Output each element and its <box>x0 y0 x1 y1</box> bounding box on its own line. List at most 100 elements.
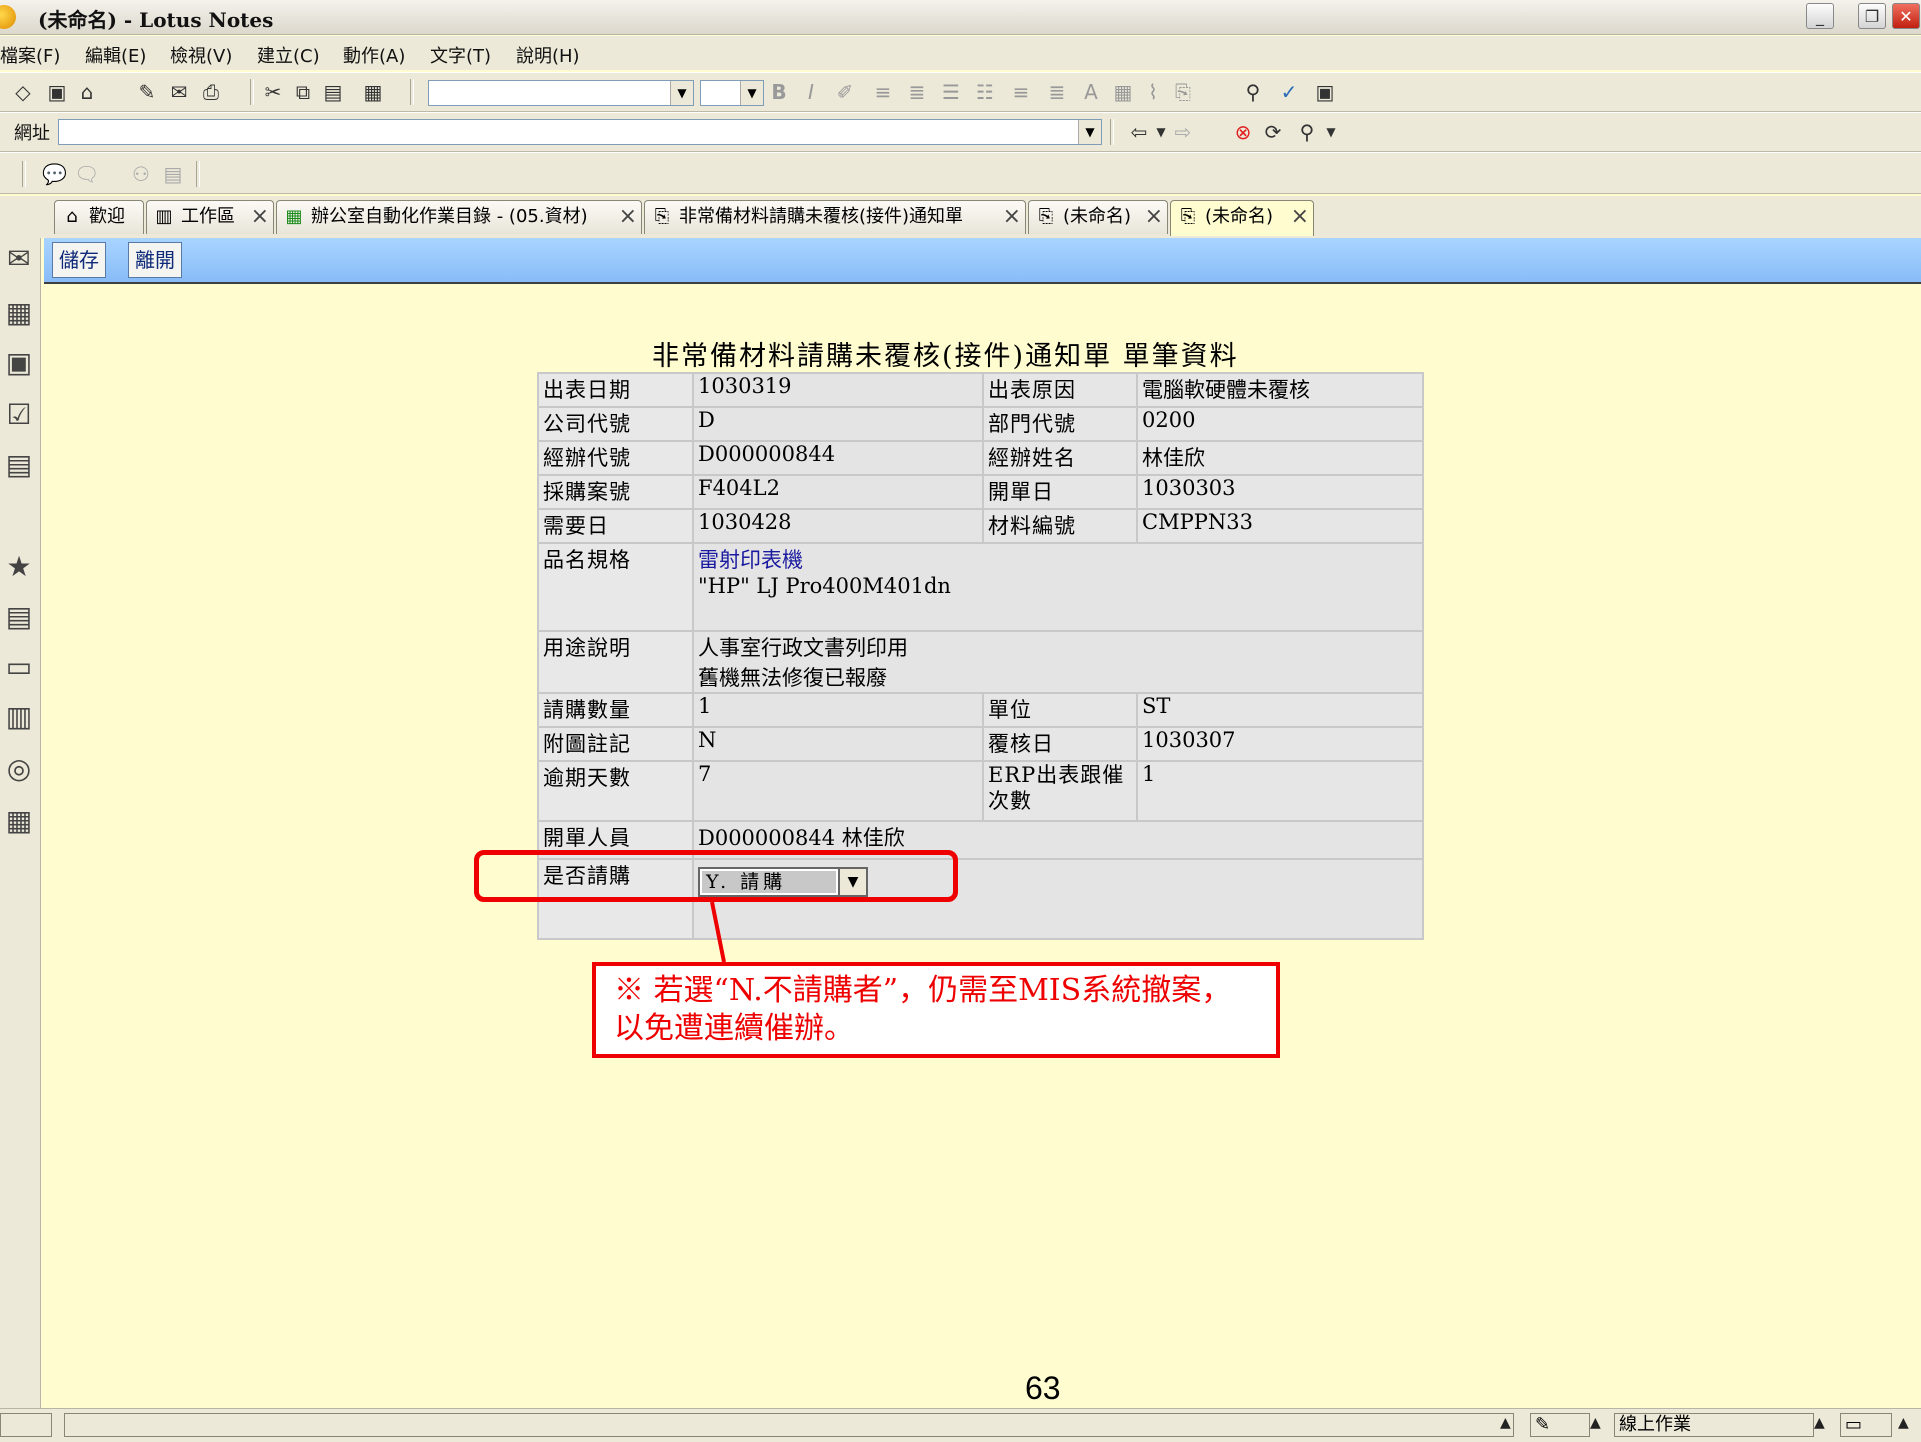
edit-icon[interactable]: ✎ <box>136 81 158 103</box>
close-tab-icon[interactable]: × <box>1145 201 1163 233</box>
forward-mail-icon[interactable]: ✉ <box>168 81 190 103</box>
picture-icon[interactable]: ▣ <box>1314 81 1336 103</box>
need-date-value: 1030428 <box>692 508 984 544</box>
purchase-no-value: F404L2 <box>692 474 984 510</box>
grid-icon[interactable]: ▦ <box>2 804 36 838</box>
refresh-icon[interactable]: ⟳ <box>1262 121 1284 143</box>
calendar-icon[interactable]: ▦ <box>2 296 36 330</box>
workspace-icon: ▥ <box>155 206 173 227</box>
inbox-icon[interactable]: ▭ <box>1840 1413 1892 1437</box>
toolbar-separator <box>250 79 254 105</box>
bold-icon[interactable]: B <box>768 81 790 103</box>
close-tab-icon[interactable]: × <box>1003 201 1021 233</box>
font-color-icon[interactable]: A <box>1080 81 1102 103</box>
tab-untitled-2[interactable]: ⎘ (未命名) × <box>1170 200 1314 236</box>
field-label: 覆核日 <box>982 726 1138 762</box>
restore-button[interactable]: ❐ <box>1858 3 1886 29</box>
stop-icon[interactable]: ⊗ <box>1232 121 1254 143</box>
table-icon[interactable]: ▦ <box>1112 81 1134 103</box>
internet-icon[interactable]: ◎ <box>2 752 36 786</box>
attach-icon[interactable]: ⌇ <box>1142 81 1164 103</box>
qty-value: 1 <box>692 692 984 728</box>
mail-icon[interactable]: ✉ <box>2 242 36 276</box>
indent-icon[interactable]: ≣ <box>1046 81 1068 103</box>
align-center-icon[interactable]: ≣ <box>906 81 928 103</box>
list-icon[interactable]: ▤ <box>162 163 184 185</box>
status-arrow-icon[interactable]: ▲ <box>1814 1415 1825 1431</box>
address-input[interactable]: ▼ <box>58 119 1102 145</box>
highlight-icon[interactable]: ✐ <box>834 81 856 103</box>
status-arrow-icon[interactable]: ▲ <box>1898 1415 1909 1431</box>
history-icon[interactable]: ▥ <box>2 700 36 734</box>
address-book-icon[interactable]: ▣ <box>2 346 36 380</box>
tab-notice-form[interactable]: ⎘ 非常備材料請購未覆核(接件)通知單 × <box>644 200 1026 234</box>
tab-welcome[interactable]: ⌂ 歡迎 <box>54 200 144 234</box>
open-folder-icon[interactable]: ⌂ <box>76 81 98 103</box>
close-window-button[interactable]: ✕ <box>1892 3 1920 29</box>
folder-icon[interactable]: ▭ <box>2 650 36 684</box>
tab-office-automation[interactable]: ▦ 辦公室自動化作業目錄 - (05.資材) × <box>276 200 642 234</box>
search-icon[interactable]: ⚲ <box>1296 121 1318 143</box>
menu-actions[interactable]: 動作(A) <box>343 42 405 68</box>
databases-icon[interactable]: ▤ <box>2 600 36 634</box>
toolbar-separator <box>1110 119 1114 145</box>
forward-icon[interactable]: ⇨ <box>1172 121 1194 143</box>
back-dropdown-icon[interactable]: ▼ <box>1150 121 1172 143</box>
menu-create[interactable]: 建立(C) <box>257 42 320 68</box>
print-icon[interactable]: ⎙ <box>200 81 222 103</box>
exit-button[interactable]: 離開 <box>128 242 182 278</box>
replica-icon[interactable]: ▤ <box>2 448 36 482</box>
find-icon[interactable]: ⚲ <box>1242 81 1264 103</box>
align-left-icon[interactable]: ≡ <box>872 81 894 103</box>
hotspot-icon[interactable]: ⎘ <box>1172 81 1194 103</box>
title-bar: (未命名) - Lotus Notes _ ❐ ✕ <box>0 0 1921 35</box>
tab-workspace[interactable]: ▥ 工作區 × <box>146 200 274 234</box>
cut-icon[interactable]: ✂ <box>262 81 284 103</box>
italic-icon[interactable]: I <box>800 81 822 103</box>
close-tab-icon[interactable]: × <box>251 201 269 233</box>
menu-view[interactable]: 檢視(V) <box>170 42 232 68</box>
tab-label: (未命名) <box>1205 206 1274 227</box>
outdent-icon[interactable]: ≡ <box>1010 81 1032 103</box>
address-bar: 網址 ▼ ⇦ ▼ ⇨ ⊗ ⟳ ⚲ ▼ <box>0 112 1921 152</box>
save-button[interactable]: 儲存 <box>52 242 106 278</box>
chat-icon[interactable]: 💬 <box>42 163 67 185</box>
bullet-list-icon[interactable]: ☰ <box>940 81 962 103</box>
field-label: 附圖註記 <box>537 726 694 762</box>
conversation-icon[interactable]: 🗨 <box>74 163 99 185</box>
number-list-icon[interactable]: ☷ <box>974 81 996 103</box>
main-toolbar: ◇ ▣ ⌂ ✎ ✉ ⎙ ✂ ⧉ ▤ ▦ ▼ ▼ B I ✐ ≡ ≣ ☰ ☷ ≡ … <box>0 72 1921 112</box>
tab-untitled-1[interactable]: ⎘ (未命名) × <box>1028 200 1168 234</box>
font-size-select[interactable]: ▼ <box>700 80 764 106</box>
favorites-icon[interactable]: ★ <box>2 550 36 584</box>
callout-text: ※ 若選“N.不請購者”，仍需至MIS系統撤案，以免遭連續催辦。 <box>614 973 1232 1046</box>
status-bar: ▲ ✎ ▲ 線上作業 ▲ ▭ ▲ <box>0 1408 1921 1442</box>
field-label: 請購數量 <box>537 692 694 728</box>
online-status[interactable]: 線上作業 <box>1614 1413 1814 1437</box>
location-icon[interactable]: ✎ <box>1530 1413 1590 1437</box>
minimize-button[interactable]: _ <box>1806 3 1834 29</box>
menu-edit[interactable]: 編輯(E) <box>85 42 146 68</box>
bookmark-icon[interactable]: ◇ <box>12 81 34 103</box>
paste-special-icon[interactable]: ▦ <box>362 81 384 103</box>
toolbar-separator <box>22 161 26 187</box>
back-icon[interactable]: ⇦ <box>1128 121 1150 143</box>
field-label: 部門代號 <box>982 406 1138 442</box>
menu-help[interactable]: 說明(H) <box>516 42 580 68</box>
todo-icon[interactable]: ☑ <box>2 398 36 432</box>
close-tab-icon[interactable]: × <box>619 201 637 233</box>
spellcheck-icon[interactable]: ✓ <box>1278 81 1300 103</box>
menu-text[interactable]: 文字(T) <box>430 42 491 68</box>
paste-icon[interactable]: ▤ <box>322 81 344 103</box>
status-arrow-icon[interactable]: ▲ <box>1590 1415 1601 1431</box>
search-dropdown-icon[interactable]: ▼ <box>1320 121 1342 143</box>
close-tab-icon[interactable]: × <box>1291 201 1309 233</box>
status-arrow-icon[interactable]: ▲ <box>1500 1415 1511 1431</box>
page-number: 63 <box>1025 1370 1061 1406</box>
person-icon[interactable]: ⚇ <box>130 163 152 185</box>
save-icon[interactable]: ▣ <box>46 81 68 103</box>
field-label: 出表日期 <box>537 372 694 408</box>
copy-icon[interactable]: ⧉ <box>292 81 314 103</box>
font-name-select[interactable]: ▼ <box>428 80 694 106</box>
menu-file[interactable]: 檔案(F) <box>0 42 60 68</box>
